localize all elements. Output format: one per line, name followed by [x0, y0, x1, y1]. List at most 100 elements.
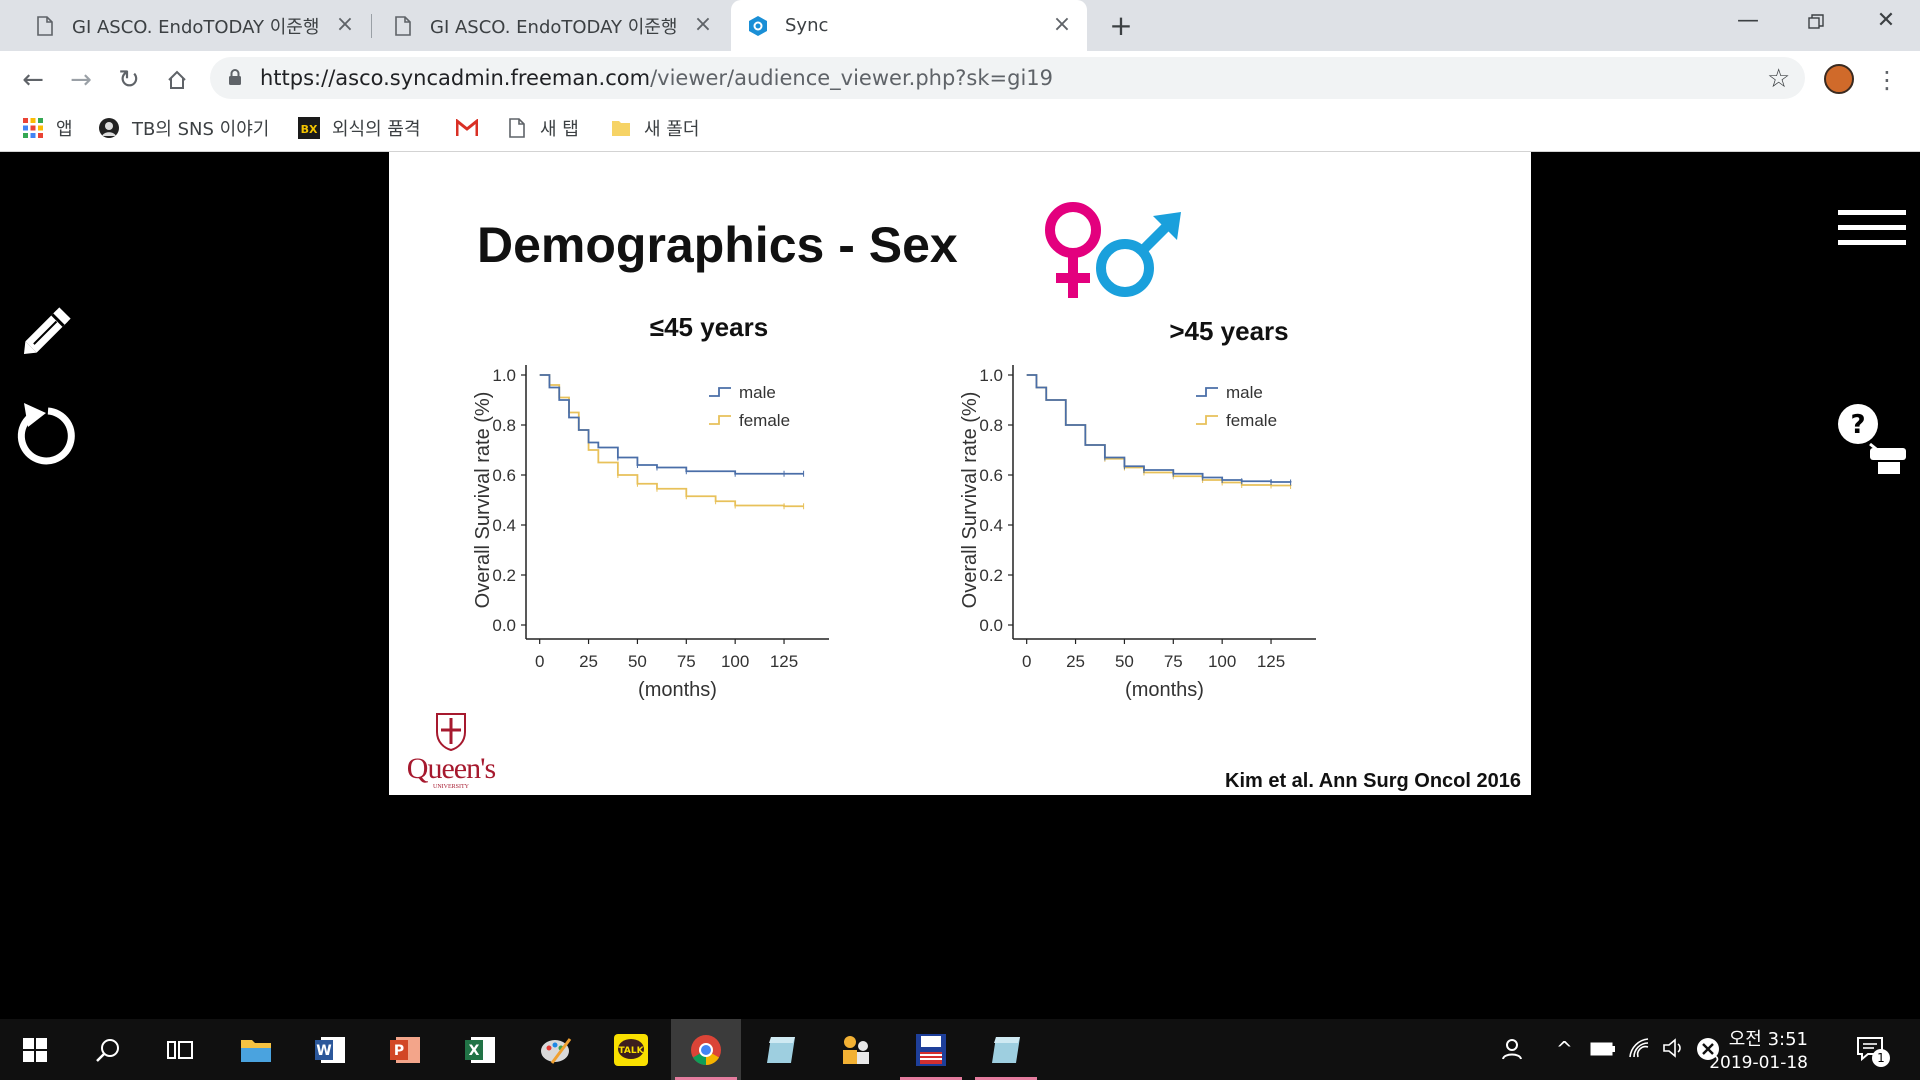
- chevron-up-icon[interactable]: ^: [1556, 1037, 1573, 1061]
- profile-avatar-icon[interactable]: [1824, 64, 1854, 94]
- queens-logo-text: Queen's: [406, 752, 496, 785]
- menu-kebab-icon[interactable]: ⋮: [1870, 63, 1904, 97]
- x-tick-label: 25: [579, 652, 598, 671]
- people-tray-icon[interactable]: [1500, 1037, 1524, 1065]
- y-tick-label: 0.6: [492, 466, 516, 485]
- bookmarks-bar: 앱 TB의 SNS 이야기 BX 외식의 품격 새 탭 새 폴더: [0, 106, 1920, 152]
- url-text: https://asco.syncadmin.freeman.com/viewe…: [260, 66, 1053, 90]
- reload-button[interactable]: ↻: [112, 63, 146, 97]
- url-path: /viewer/audience_viewer.php?sk=gi19: [650, 66, 1054, 90]
- survival-chart-le45: 0.0 0.2 0.4 0.6 0.8 1.0 0 25 50 75 100 125 (months) O…: [472, 365, 829, 701]
- excel-icon[interactable]: X: [446, 1019, 516, 1080]
- bookmark-new-tab[interactable]: 새 탭: [506, 114, 579, 142]
- y-tick-label: 0.2: [979, 566, 1003, 585]
- notification-center-icon[interactable]: 1: [1856, 1035, 1890, 1069]
- tab-strip: GI ASCO. EndoTODAY 이준행 × GI ASCO. EndoTO…: [0, 0, 1920, 51]
- y-tick-label: 0.8: [492, 416, 516, 435]
- restore-button[interactable]: [1796, 8, 1836, 38]
- y-tick-label: 1.0: [492, 366, 516, 385]
- y-tick-label: 0.0: [492, 616, 516, 635]
- undo-icon[interactable]: [16, 399, 80, 471]
- y-tick-label: 0.6: [979, 466, 1003, 485]
- bookmark-label: 새 탭: [540, 119, 579, 140]
- bookmark-tb-sns[interactable]: TB의 SNS 이야기: [98, 114, 269, 142]
- kakaotalk-icon[interactable]: TALK: [596, 1019, 666, 1080]
- pencil-icon[interactable]: [14, 296, 82, 368]
- gmail-icon: [456, 117, 478, 139]
- x-tick-label: 0: [535, 652, 544, 671]
- volume-icon[interactable]: [1662, 1037, 1686, 1063]
- chrome-icon[interactable]: [671, 1019, 741, 1080]
- chart-1-title: ≤45 years: [649, 312, 769, 342]
- x-tick-label: 100: [1208, 652, 1236, 671]
- x-tick-label: 0: [1022, 652, 1031, 671]
- bookmark-dining[interactable]: BX 외식의 품격: [298, 114, 421, 142]
- bookmark-label: 새 폴더: [644, 119, 700, 140]
- bookmark-new-folder[interactable]: 새 폴더: [610, 114, 699, 142]
- x-tick-label: 125: [770, 652, 798, 671]
- home-button[interactable]: [160, 63, 194, 97]
- ask-question-icon[interactable]: ?: [1836, 402, 1910, 480]
- minimize-button[interactable]: —: [1728, 8, 1768, 38]
- y-axis-label: Overall Survival rate (%): [472, 392, 494, 609]
- bookmark-apps[interactable]: 앱: [22, 114, 73, 142]
- task-view-icon[interactable]: [145, 1019, 215, 1080]
- notification-badge: 1: [1872, 1049, 1890, 1067]
- word-icon[interactable]: W: [296, 1019, 366, 1080]
- x-axis-label: (months): [1125, 679, 1204, 701]
- back-button[interactable]: ←: [16, 63, 50, 97]
- y-tick-label: 1.0: [979, 366, 1003, 385]
- svg-text:X: X: [469, 1043, 480, 1059]
- wifi-icon[interactable]: [1628, 1037, 1650, 1063]
- tab-2[interactable]: GI ASCO. EndoTODAY 이준행 ×: [372, 0, 728, 51]
- survival-chart-gt45: 0.0 0.2 0.4 0.6 0.8 1.0 0 25 50 75 100 125 (months) O…: [959, 365, 1316, 701]
- battery-icon[interactable]: [1590, 1041, 1616, 1060]
- folder-icon: [610, 117, 632, 139]
- bookmark-label: 앱: [56, 119, 73, 140]
- bx-icon: BX: [298, 117, 320, 139]
- bookmark-gmail[interactable]: [456, 114, 490, 142]
- paint-icon[interactable]: [521, 1019, 591, 1080]
- avatar-icon: [98, 117, 120, 139]
- windows-taskbar: W P X TALK ^ 오전 3:51 2019-01-18 1: [0, 1019, 1920, 1080]
- presentation-slide: Demographics - Sex ≤45 years >45 years 0…: [389, 152, 1531, 795]
- close-tab-icon[interactable]: ×: [692, 14, 714, 36]
- hamburger-menu-icon[interactable]: [1838, 210, 1906, 250]
- clock-time[interactable]: 오전 3:51: [1729, 1025, 1808, 1051]
- legend-label-female: female: [739, 411, 790, 430]
- forward-button[interactable]: →: [64, 63, 98, 97]
- legend-swatch-male: [1196, 387, 1218, 397]
- tab-3-active[interactable]: Sync ×: [731, 0, 1087, 51]
- x-tick-label: 25: [1066, 652, 1085, 671]
- file-explorer-icon[interactable]: [221, 1019, 291, 1080]
- close-tab-icon[interactable]: ×: [334, 14, 356, 36]
- bookmark-label: 외식의 품격: [332, 119, 421, 140]
- y-tick-label: 0.4: [979, 516, 1003, 535]
- tab-1[interactable]: GI ASCO. EndoTODAY 이준행 ×: [0, 0, 370, 51]
- save-app-icon[interactable]: [896, 1019, 966, 1080]
- address-bar[interactable]: https://asco.syncadmin.freeman.com/viewe…: [210, 57, 1805, 99]
- clock-date[interactable]: 2019-01-18: [1709, 1053, 1808, 1073]
- svg-text:?: ?: [1850, 410, 1865, 440]
- search-icon[interactable]: [73, 1019, 143, 1080]
- tab-title: GI ASCO. EndoTODAY 이준행: [430, 16, 678, 38]
- x-tick-label: 75: [1164, 652, 1183, 671]
- x-axis-label: (months): [638, 679, 717, 701]
- citation: Kim et al. Ann Surg Oncol 2016: [1225, 770, 1521, 792]
- close-tab-icon[interactable]: ×: [1051, 14, 1073, 36]
- sex-symbols-icon: [1041, 198, 1191, 312]
- close-window-button[interactable]: ✕: [1866, 8, 1906, 38]
- powerpoint-icon[interactable]: P: [371, 1019, 441, 1080]
- page-icon: [506, 117, 528, 139]
- queens-university-logo: Queen's UNIVERSITY: [401, 712, 501, 790]
- x-tick-label: 125: [1257, 652, 1285, 671]
- app-icon-2[interactable]: [971, 1019, 1041, 1080]
- people-app-icon[interactable]: [821, 1019, 891, 1080]
- bookmark-star-icon[interactable]: ☆: [1767, 64, 1790, 94]
- bookmark-label: TB의 SNS 이야기: [132, 119, 270, 140]
- y-tick-label: 0.0: [979, 616, 1003, 635]
- new-tab-button[interactable]: +: [1108, 12, 1134, 40]
- windows-start-icon[interactable]: [0, 1019, 70, 1080]
- queens-logo-subtext: UNIVERSITY: [433, 784, 469, 790]
- app-icon[interactable]: [746, 1019, 816, 1080]
